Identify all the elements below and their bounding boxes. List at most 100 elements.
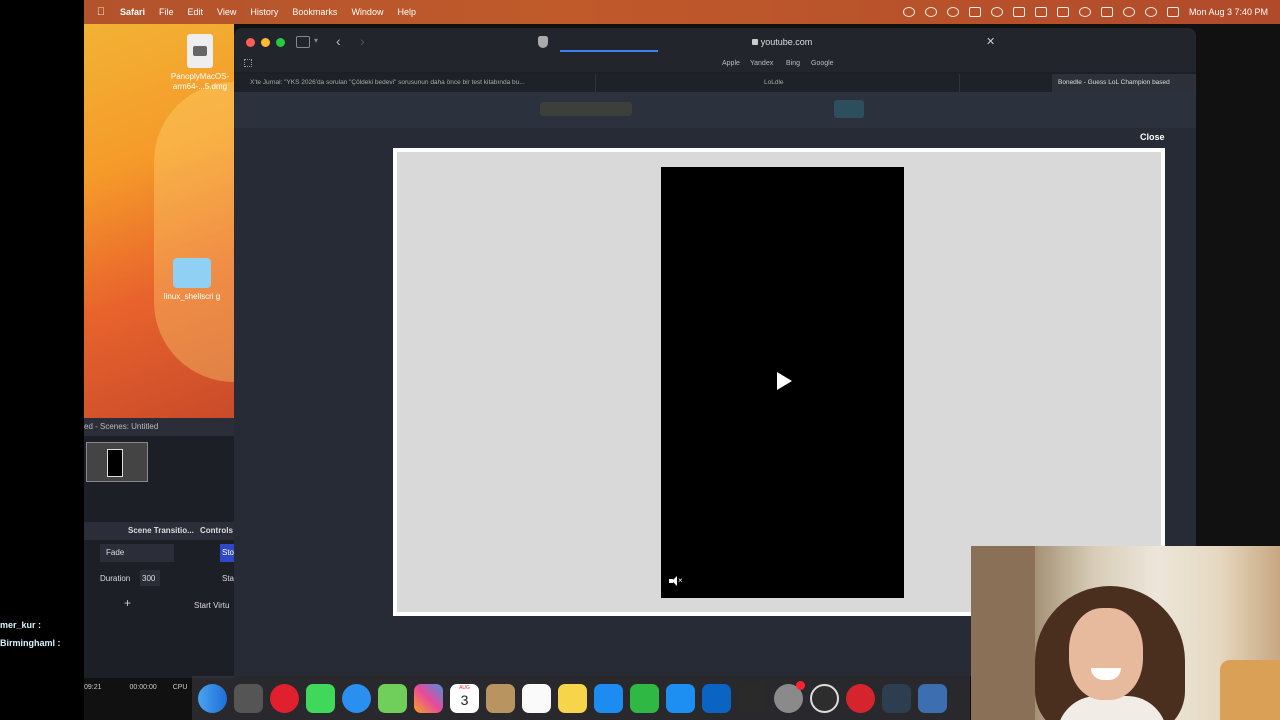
messages-icon[interactable] <box>306 683 335 713</box>
close-overlay-button[interactable]: Close <box>1140 132 1165 142</box>
menu-clock[interactable]: Mon Aug 3 7:40 PM <box>1189 7 1268 17</box>
address-bar[interactable]: youtube.com <box>560 32 1004 52</box>
numbers-icon[interactable] <box>630 683 659 713</box>
tab-bonedle[interactable]: Bonedle - Guess LoL Champion based <box>1052 74 1196 92</box>
cookie-icon[interactable] <box>846 683 875 713</box>
obs-status-bar: 09:21 00:00:00 CPU <box>84 684 192 691</box>
opera-icon[interactable] <box>270 683 299 713</box>
desktop-icon-dmg[interactable]: PanoplyMacOS-arm64-...5.dmg <box>160 34 240 92</box>
tab-bar: X'te Jurnal: "YKS 2026'da sorulan "Çölde… <box>234 74 1196 92</box>
tab-loldle[interactable]: LoLdle <box>758 74 960 92</box>
privacy-shield-icon[interactable] <box>538 36 548 48</box>
dictionary-icon[interactable] <box>882 683 911 713</box>
play-icon[interactable] <box>1078 7 1091 17</box>
dmg-file-icon <box>187 34 213 68</box>
duration-label: Duration <box>100 574 131 583</box>
video-player[interactable]: × <box>661 167 904 598</box>
tab-controls[interactable]: Controls <box>200 526 233 535</box>
page-logo <box>540 102 632 116</box>
favorite-apple[interactable]: Apple <box>722 60 740 67</box>
page-header-button <box>834 100 864 118</box>
maps-icon[interactable] <box>378 683 407 713</box>
desktop-icon-label: PanoplyMacOS-arm64-...5.dmg <box>170 72 230 91</box>
grid-icon[interactable] <box>244 59 252 67</box>
loading-bar <box>560 50 658 52</box>
obs-dock-tabs: Scene Transitio... Controls <box>84 522 234 540</box>
back-icon[interactable]: ‹ <box>336 33 341 49</box>
obs-scene-thumbnail[interactable] <box>86 442 148 482</box>
desktop-icon-folder[interactable]: linux_shellscri g <box>152 258 232 302</box>
display-icon[interactable] <box>1012 7 1025 17</box>
menu-app-name[interactable]: Safari <box>120 7 145 17</box>
start-button[interactable]: Sta <box>222 574 234 583</box>
menu-history[interactable]: History <box>250 7 278 17</box>
status-icon-2[interactable] <box>946 7 959 17</box>
menu-edit[interactable]: Edit <box>188 7 204 17</box>
photos-icon[interactable] <box>414 683 443 713</box>
status-icon-1[interactable] <box>902 7 915 17</box>
desktop-icon-label: linux_shellscri g <box>163 292 221 301</box>
menu-bookmarks[interactable]: Bookmarks <box>292 7 337 17</box>
outlook-icon[interactable] <box>702 683 731 713</box>
tab-scene-transitions[interactable]: Scene Transitio... <box>128 526 194 535</box>
minimize-window-icon[interactable] <box>261 38 270 47</box>
menu-bar:  Safari File Edit View History Bookmark… <box>84 0 1280 24</box>
duration-input[interactable]: 300 <box>140 570 160 586</box>
obs-time: 09:21 <box>84 684 102 691</box>
notes-icon[interactable] <box>558 683 587 713</box>
stop-loading-icon[interactable]: ✕ <box>986 35 995 48</box>
webcam-sofa <box>1220 660 1280 720</box>
play-icon[interactable] <box>777 372 792 390</box>
notification-badge-icon <box>796 680 805 690</box>
window-icon[interactable] <box>1034 7 1047 17</box>
contacts-icon[interactable] <box>486 683 515 713</box>
terminal-icon[interactable] <box>738 683 767 713</box>
launchpad-icon[interactable] <box>234 683 263 713</box>
record-icon[interactable] <box>924 7 937 17</box>
zoom-window-icon[interactable] <box>276 38 285 47</box>
transition-select[interactable]: Fade <box>100 544 174 562</box>
webcam-overlay <box>971 546 1280 720</box>
favorite-google[interactable]: Google <box>811 60 834 67</box>
safari-toolbar: ▾ ‹ › youtube.com ✕ <box>234 28 1196 56</box>
safari-icon[interactable] <box>342 683 371 713</box>
menu-window[interactable]: Window <box>351 7 383 17</box>
keynote-icon[interactable] <box>594 683 623 713</box>
obs-panel: ed - Scenes: Untitled Scene Transitio...… <box>84 418 236 678</box>
forward-icon[interactable]: › <box>360 33 365 49</box>
app-store-icon[interactable] <box>666 683 695 713</box>
chat-overlay: mer_kur : Birminghaml : <box>0 620 61 656</box>
sidebar-toggle-icon[interactable] <box>296 36 310 48</box>
window-controls <box>246 38 285 47</box>
tab-twitter[interactable]: X'te Jurnal: "YKS 2026'da sorulan "Çölde… <box>244 74 596 92</box>
mute-icon[interactable]: × <box>669 576 683 586</box>
folder-icon <box>173 258 211 288</box>
page-header <box>234 92 1196 128</box>
finder-icon[interactable] <box>198 683 227 713</box>
system-settings-icon[interactable] <box>774 680 805 713</box>
obs-icon[interactable] <box>810 683 839 713</box>
menu-help[interactable]: Help <box>397 7 416 17</box>
menu-file[interactable]: File <box>159 7 174 17</box>
chevron-down-icon[interactable]: ▾ <box>314 36 318 45</box>
lock-icon <box>751 39 758 45</box>
control-center-icon[interactable] <box>1166 7 1179 17</box>
calendar-icon[interactable]: 3 <box>450 683 479 713</box>
status-icon-3[interactable] <box>990 7 1003 17</box>
close-window-icon[interactable] <box>246 38 255 47</box>
favorite-bing[interactable]: Bing <box>786 60 800 67</box>
search-icon[interactable] <box>1144 7 1157 17</box>
preview-icon[interactable] <box>918 683 947 713</box>
start-virtual-camera-button[interactable]: Start Virtu <box>194 598 234 614</box>
wifi-icon[interactable] <box>1122 7 1135 17</box>
reminders-icon[interactable] <box>522 683 551 713</box>
apple-menu-icon[interactable]:  <box>94 6 108 18</box>
menu-view[interactable]: View <box>217 7 236 17</box>
battery-icon[interactable] <box>1100 7 1113 17</box>
obs-title: ed - Scenes: Untitled <box>84 418 234 436</box>
cloud-icon[interactable] <box>968 7 981 17</box>
volume-icon[interactable] <box>1056 7 1069 17</box>
favorite-yandex[interactable]: Yandex <box>750 60 773 67</box>
add-icon[interactable]: + <box>124 596 131 610</box>
chat-user: mer_kur : <box>0 620 42 630</box>
